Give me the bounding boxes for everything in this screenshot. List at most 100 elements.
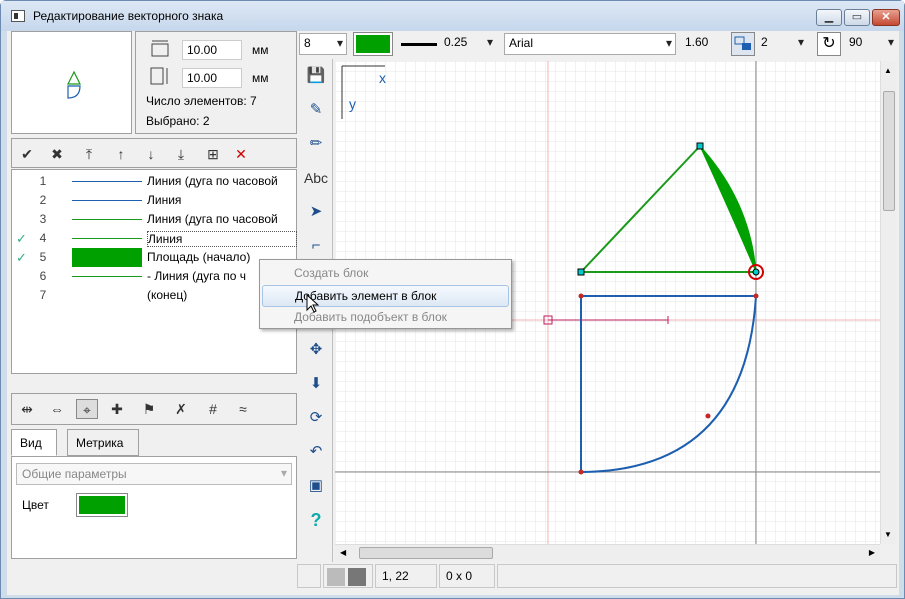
dimensions-panel: 10.00 мм 10.00 мм Число элементов: 7 Выб… <box>135 31 297 134</box>
menu-item-add-subobject[interactable]: Добавить подобъект в блок <box>262 307 509 329</box>
check-icon: ✓ <box>16 231 27 246</box>
width-icon <box>151 40 169 57</box>
list-item[interactable]: 6 - Линия (дуга по ч <box>12 267 296 286</box>
move-tool-icon[interactable]: ✥ <box>303 337 329 363</box>
title-bar: Редактирование векторного знака ▁ ▭ ✕ <box>1 1 904 31</box>
element-list: 1 Линия (дуга по часовой 2 Линия 3 Линия… <box>11 169 297 374</box>
list-item[interactable]: 7 (конец) <box>12 286 296 305</box>
color-picker[interactable] <box>76 493 128 517</box>
vector-tool-icon[interactable]: ➤ <box>303 199 329 225</box>
vertical-scrollbar[interactable]: ▲ ▼ <box>880 61 897 544</box>
insert-tool-icon[interactable]: ⬇ <box>303 371 329 397</box>
minimize-button[interactable]: ▁ <box>816 9 842 26</box>
numbering-icon[interactable]: # <box>202 399 224 419</box>
undo-icon[interactable]: ↶ <box>303 439 329 465</box>
font-combo[interactable]: Arial <box>504 33 676 55</box>
horizontal-scrollbar[interactable]: ◀ ▶ <box>335 544 880 561</box>
angle-combo[interactable]: 90 <box>845 33 897 55</box>
help-icon[interactable]: ? <box>303 507 329 533</box>
rotate-icon[interactable]: ↻ <box>817 32 841 56</box>
height-unit: мм <box>252 71 269 85</box>
list-item[interactable]: ✓ 5 Площадь (начало) <box>12 248 296 267</box>
tab-metric[interactable]: Метрика <box>67 429 139 456</box>
height-input[interactable]: 10.00 <box>182 68 242 88</box>
property-tabs: Вид Метрика <box>11 429 297 457</box>
top-toolbar: 8 0.25 Arial 1.60 2 ↻ 90 <box>297 31 899 59</box>
list-toolbar: ✔ ✖ ⤒ ↑ ↓ ⤓ ⊞ ✕ <box>11 138 297 168</box>
subobject-icon[interactable]: ⌐ <box>303 233 329 259</box>
width-input[interactable]: 10.00 <box>182 40 242 60</box>
point-marker <box>705 413 711 419</box>
move-down-icon[interactable]: ↓ <box>140 144 162 164</box>
menu-item-add-to-block[interactable]: Добавить элемент в блок <box>262 285 509 307</box>
element-count: Число элементов: 7 <box>146 94 257 108</box>
move-top-icon[interactable]: ⤒ <box>78 144 100 164</box>
coords-readout: 1, 22 <box>375 564 437 588</box>
split-line-icon[interactable]: ⇹ <box>16 399 38 419</box>
draw-area-icon[interactable]: ✏ <box>303 131 329 157</box>
line-color-button[interactable] <box>353 32 393 56</box>
scroll-right-icon[interactable]: ▶ <box>869 548 875 557</box>
point-marker <box>578 293 584 299</box>
image-icon[interactable]: ▣ <box>303 473 329 499</box>
deselect-all-icon[interactable]: ✖ <box>46 144 68 164</box>
rotate-tool-icon[interactable]: ⟳ <box>303 405 329 431</box>
font-size-field[interactable]: 1.60 <box>681 33 723 55</box>
line-swatch <box>72 191 142 210</box>
line-color-swatch <box>356 35 390 53</box>
list-item[interactable]: 1 Линия (дуга по часовой <box>12 172 296 191</box>
width-unit: мм <box>252 43 269 57</box>
save-icon[interactable]: 💾 <box>303 63 329 89</box>
hscroll-thumb[interactable] <box>359 547 493 559</box>
layer-combo[interactable]: 2 <box>757 33 807 55</box>
params-combo[interactable]: Общие параметры <box>16 463 292 485</box>
mirror-icon[interactable]: ⚑ <box>138 399 160 419</box>
mouse-cursor-icon <box>306 294 320 313</box>
row-number: 6 <box>39 269 47 283</box>
size-combo[interactable]: 8 <box>299 33 347 55</box>
status-bar: 1, 22 0 x 0 <box>297 564 899 590</box>
line-width-combo[interactable]: 0.25 <box>440 33 496 55</box>
vscroll-thumb[interactable] <box>883 91 895 211</box>
color-indicator <box>323 564 373 588</box>
draw-line-icon[interactable]: ✎ <box>303 97 329 123</box>
height-icon <box>150 67 168 85</box>
row-number: 3 <box>39 212 47 226</box>
block-icon[interactable]: ⊞ <box>202 144 224 164</box>
line-swatch <box>72 267 142 286</box>
row-label: Линия (дуга по часовой <box>147 174 278 188</box>
wave-icon[interactable]: ≈ <box>232 399 254 419</box>
insert-point-icon[interactable]: ✚ <box>106 399 128 419</box>
select-all-icon[interactable]: ✔ <box>16 144 38 164</box>
maximize-button[interactable]: ▭ <box>844 9 870 26</box>
vertex-handle[interactable] <box>696 142 704 150</box>
join-line-icon[interactable]: ⇔ <box>46 399 68 419</box>
move-bottom-icon[interactable]: ⤓ <box>170 144 192 164</box>
row-number: 1 <box>39 174 47 188</box>
metric-toolbar: ⇹ ⇔ ⌖ ✚ ⚑ ✗ # ≈ <box>11 393 297 425</box>
layer-icon[interactable] <box>731 32 755 56</box>
selected-point[interactable] <box>752 268 760 276</box>
tab-view[interactable]: Вид <box>11 429 57 456</box>
vertex-handle[interactable] <box>577 268 585 276</box>
move-up-icon[interactable]: ↑ <box>110 144 132 164</box>
back-color-icon <box>348 568 367 586</box>
delete-block-icon[interactable]: ✕ <box>230 144 252 164</box>
vertex-edit-icon[interactable]: ⌖ <box>76 399 98 419</box>
scroll-down-icon[interactable]: ▼ <box>884 530 892 539</box>
list-item[interactable]: 2 Линия <box>12 191 296 210</box>
delete-point-icon[interactable]: ✗ <box>170 399 192 419</box>
menu-item-create-block[interactable]: Создать блок <box>262 263 509 285</box>
close-button[interactable]: ✕ <box>872 9 900 26</box>
app-icon <box>11 10 25 22</box>
scroll-up-icon[interactable]: ▲ <box>884 66 892 75</box>
line-swatch <box>72 210 142 229</box>
list-item[interactable]: ✓ 4 Линия <box>12 229 297 248</box>
color-swatch <box>79 496 125 514</box>
line-style-icon[interactable] <box>401 43 437 46</box>
text-tool-icon[interactable]: Abc <box>303 165 329 191</box>
x-axis-label: x <box>379 70 386 86</box>
scroll-left-icon[interactable]: ◀ <box>340 548 346 557</box>
line-swatch <box>72 229 142 248</box>
list-item[interactable]: 3 Линия (дуга по часовой <box>12 210 296 229</box>
